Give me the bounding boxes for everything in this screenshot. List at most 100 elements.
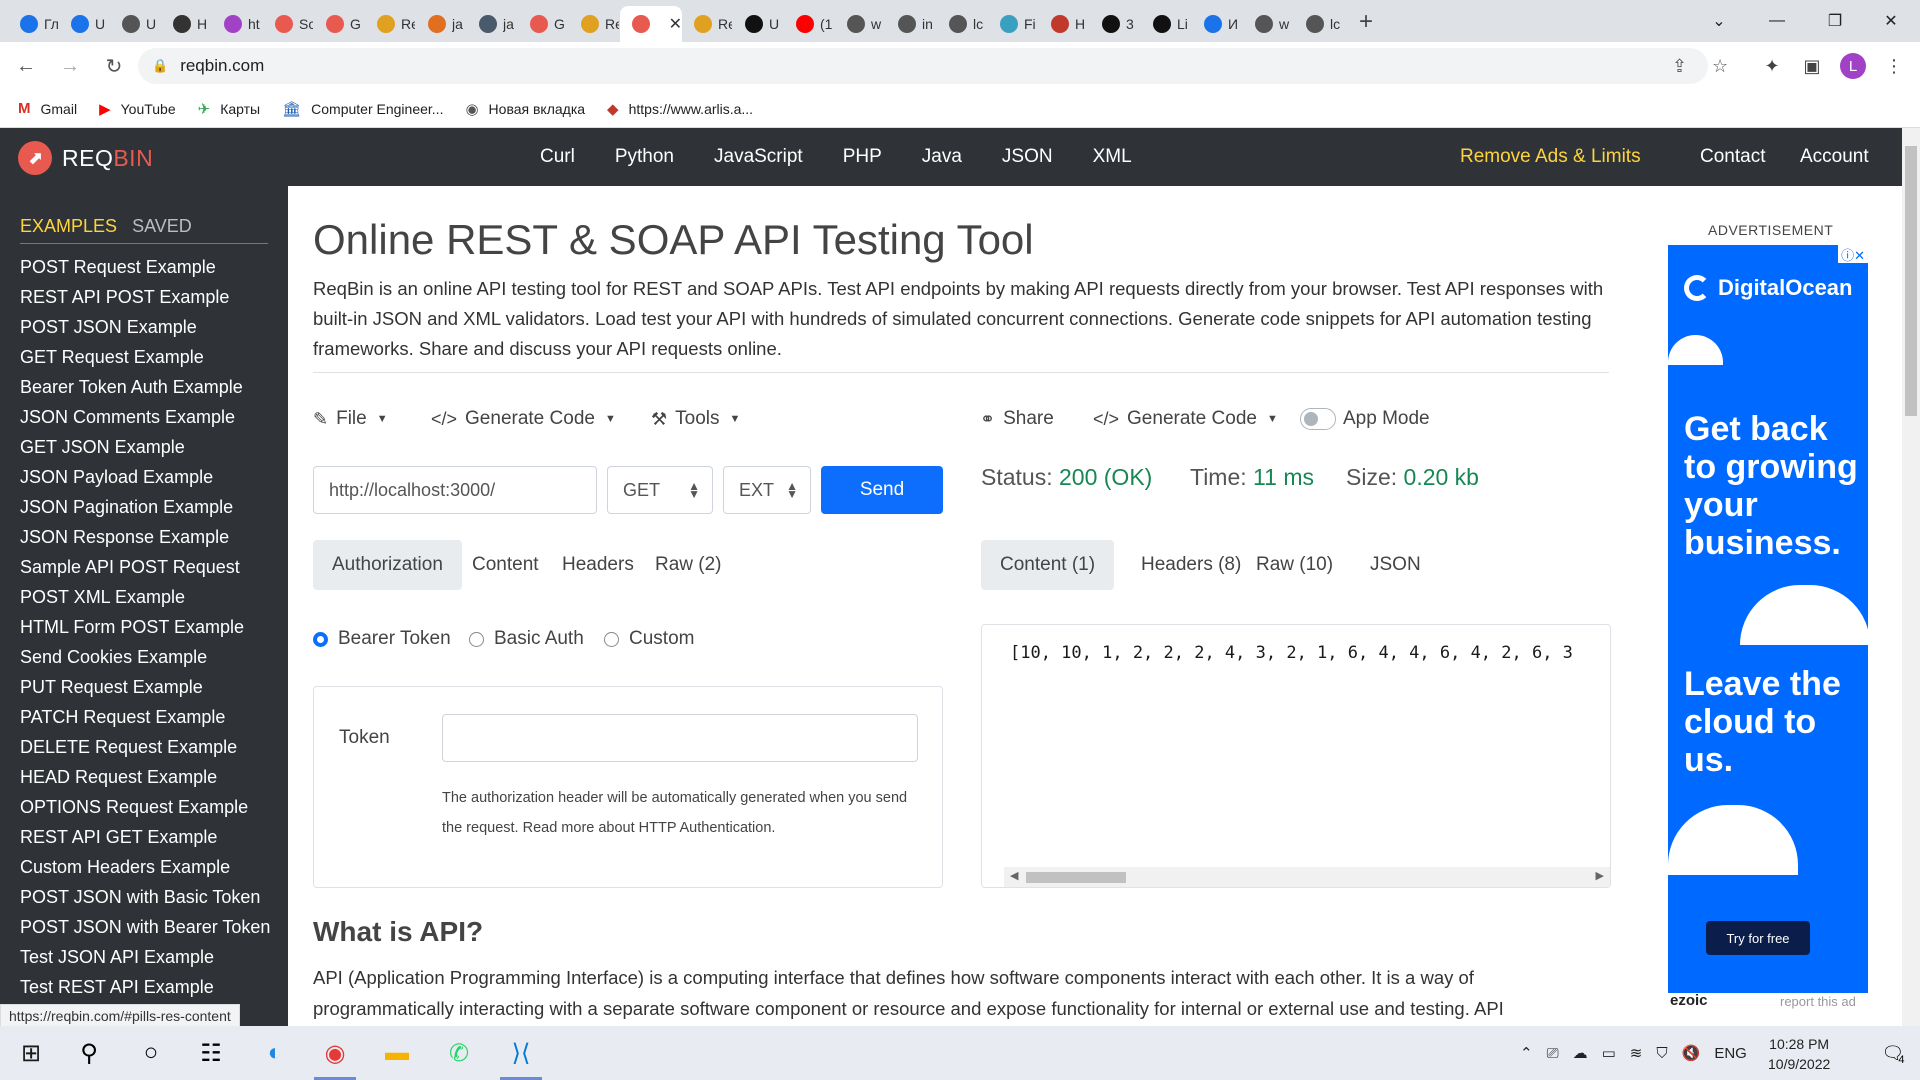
browser-tab[interactable]: w (835, 6, 886, 42)
nav-curl[interactable]: Curl (540, 146, 575, 168)
side-panel-icon[interactable]: ▣ (1798, 52, 1826, 80)
sidebar-item[interactable]: OPTIONS Request Example (20, 792, 268, 822)
notifications-icon[interactable]: 🗨 4 (1862, 1026, 1920, 1080)
sidebar-item[interactable]: REST API GET Example (20, 822, 268, 852)
tab-examples[interactable]: EXAMPLES (20, 216, 117, 236)
tray-usb-icon[interactable]: ⎚ (1547, 1045, 1559, 1062)
nav-json[interactable]: JSON (1002, 146, 1053, 168)
share-button[interactable]: ⚭ Share (980, 408, 1054, 430)
security-icon[interactable]: ⛉ (1656, 1045, 1667, 1062)
new-tab-button[interactable]: + (1359, 8, 1373, 36)
speaker-muted-icon[interactable]: 🔇 (1682, 1044, 1701, 1062)
generate-code-dropdown[interactable]: </> Generate Code ▼ (431, 408, 616, 430)
onedrive-icon[interactable]: ☁ (1573, 1044, 1588, 1062)
browser-tab[interactable]: Re (365, 6, 416, 42)
tab-search-icon[interactable]: ⌄ (1690, 0, 1748, 42)
wifi-icon[interactable]: ≋ (1630, 1044, 1643, 1062)
nav-java[interactable]: Java (922, 146, 962, 168)
sidebar-item[interactable]: Custom Headers Example (20, 852, 268, 882)
tab-content[interactable]: Content (453, 540, 558, 590)
browser-tab[interactable]: U (59, 6, 110, 42)
tab-authorization[interactable]: Authorization (313, 540, 462, 590)
browser-tab[interactable]: ja (416, 6, 467, 42)
edge-icon[interactable]: ◐ (244, 1026, 306, 1080)
tab-saved[interactable]: SAVED (132, 216, 192, 236)
reload-button[interactable]: ↻ (96, 48, 132, 84)
back-button[interactable]: ← (8, 48, 44, 84)
extensions-icon[interactable]: ✦ (1758, 52, 1786, 80)
contact-link[interactable]: Contact (1700, 146, 1765, 168)
browser-tab[interactable]: Li (1141, 6, 1192, 42)
digitalocean-ad[interactable]: ⓘ✕ DigitalOcean Get back to growing your… (1668, 245, 1868, 993)
maximize-button[interactable]: ❐ (1806, 0, 1864, 42)
address-bar[interactable]: 🔒 reqbin.com (138, 48, 1708, 84)
tray-chevron-icon[interactable]: ⌃ (1520, 1044, 1533, 1062)
radio-custom[interactable]: Custom (604, 628, 694, 650)
browser-tab[interactable]: Гл (8, 6, 59, 42)
page-scrollbar[interactable] (1902, 128, 1920, 1026)
bookmark-youtube[interactable]: ▶ YouTube (99, 100, 176, 118)
url-input[interactable]: http://localhost:3000/ (313, 466, 597, 514)
browser-tab[interactable]: (1 (784, 6, 835, 42)
cortana-icon[interactable]: ○ (120, 1026, 182, 1080)
sidebar-item[interactable]: POST XML Example (20, 582, 268, 612)
tab-response-content[interactable]: Content (1) (981, 540, 1115, 590)
browser-tab[interactable]: U (110, 6, 161, 42)
horizontal-scrollbar[interactable]: ◀ ▶ (1004, 867, 1610, 887)
send-button[interactable]: Send (821, 466, 943, 514)
close-window-button[interactable]: ✕ (1862, 0, 1920, 42)
browser-tab[interactable]: Re (682, 6, 733, 42)
account-link[interactable]: Account (1800, 146, 1869, 168)
browser-tab[interactable]: in (886, 6, 937, 42)
reqbin-logo[interactable]: ⬈ REQBIN (18, 141, 153, 175)
ad-info-close-icon[interactable]: ⓘ✕ (1838, 245, 1868, 263)
nav-php[interactable]: PHP (843, 146, 882, 168)
browser-tab[interactable]: ht (212, 6, 263, 42)
file-dropdown[interactable]: ✎ File ▼ (313, 408, 388, 430)
browser-tab-active[interactable]: ✕ (620, 6, 682, 42)
browser-tab[interactable]: Fi (988, 6, 1039, 42)
response-content-box[interactable]: [10, 10, 1, 2, 2, 2, 4, 3, 2, 1, 6, 4, 4… (981, 624, 1611, 888)
sidebar-item[interactable]: Test JSON API Example (20, 942, 268, 972)
sidebar-item[interactable]: GET Request Example (20, 342, 268, 372)
app-mode-toggle[interactable] (1300, 408, 1336, 430)
sidebar-item[interactable]: HEAD Request Example (20, 762, 268, 792)
sidebar-item[interactable]: REST API POST Example (20, 282, 268, 312)
method-select[interactable]: GET ▲ ▼ (607, 466, 713, 514)
bookmark-gmail[interactable]: M Gmail (18, 100, 77, 117)
browser-tab[interactable]: G (314, 6, 365, 42)
scroll-left-icon[interactable]: ◀ (1010, 869, 1018, 882)
tab-response-raw[interactable]: Raw (10) (1237, 540, 1352, 590)
browser-tab[interactable]: H (1039, 6, 1090, 42)
browser-tab[interactable]: 3 (1090, 6, 1141, 42)
windows-start-icon[interactable]: ⊞ (0, 1026, 62, 1080)
sidebar-item[interactable]: GET JSON Example (20, 432, 268, 462)
sidebar-item[interactable]: POST JSON with Bearer Token (20, 912, 270, 942)
sidebar-item[interactable]: POST JSON with Basic Token (20, 882, 268, 912)
browser-tab[interactable]: w (1243, 6, 1294, 42)
nav-xml[interactable]: XML (1093, 146, 1132, 168)
nav-python[interactable]: Python (615, 146, 674, 168)
browser-tab[interactable]: lc (1294, 6, 1345, 42)
scroll-thumb[interactable] (1026, 872, 1126, 883)
browser-tab[interactable]: G (518, 6, 569, 42)
tab-raw[interactable]: Raw (2) (636, 540, 741, 590)
minimize-button[interactable]: — (1748, 0, 1806, 42)
vscode-icon[interactable]: ⟩⟨ (490, 1026, 552, 1080)
ext-select[interactable]: EXT ▲ ▼ (723, 466, 811, 514)
token-input[interactable] (442, 714, 918, 762)
nav-javascript[interactable]: JavaScript (714, 146, 803, 168)
sidebar-item[interactable]: JSON Payload Example (20, 462, 268, 492)
sidebar-item[interactable]: HTML Form POST Example (20, 612, 268, 642)
sidebar-item[interactable]: Sample API POST Request (20, 552, 268, 582)
chrome-icon[interactable]: ◉ (304, 1026, 366, 1080)
sidebar-item[interactable]: JSON Pagination Example (20, 492, 268, 522)
task-view-icon[interactable]: ☷ (180, 1026, 242, 1080)
scroll-right-icon[interactable]: ▶ (1596, 869, 1604, 882)
browser-menu-icon[interactable]: ⋮ (1880, 52, 1908, 80)
sidebar-item[interactable]: PUT Request Example (20, 672, 268, 702)
sidebar-item[interactable]: POST JSON Example (20, 312, 268, 342)
search-icon[interactable]: ⚲ (58, 1026, 120, 1080)
browser-tab[interactable]: И (1192, 6, 1243, 42)
browser-tab[interactable]: Sc (263, 6, 314, 42)
